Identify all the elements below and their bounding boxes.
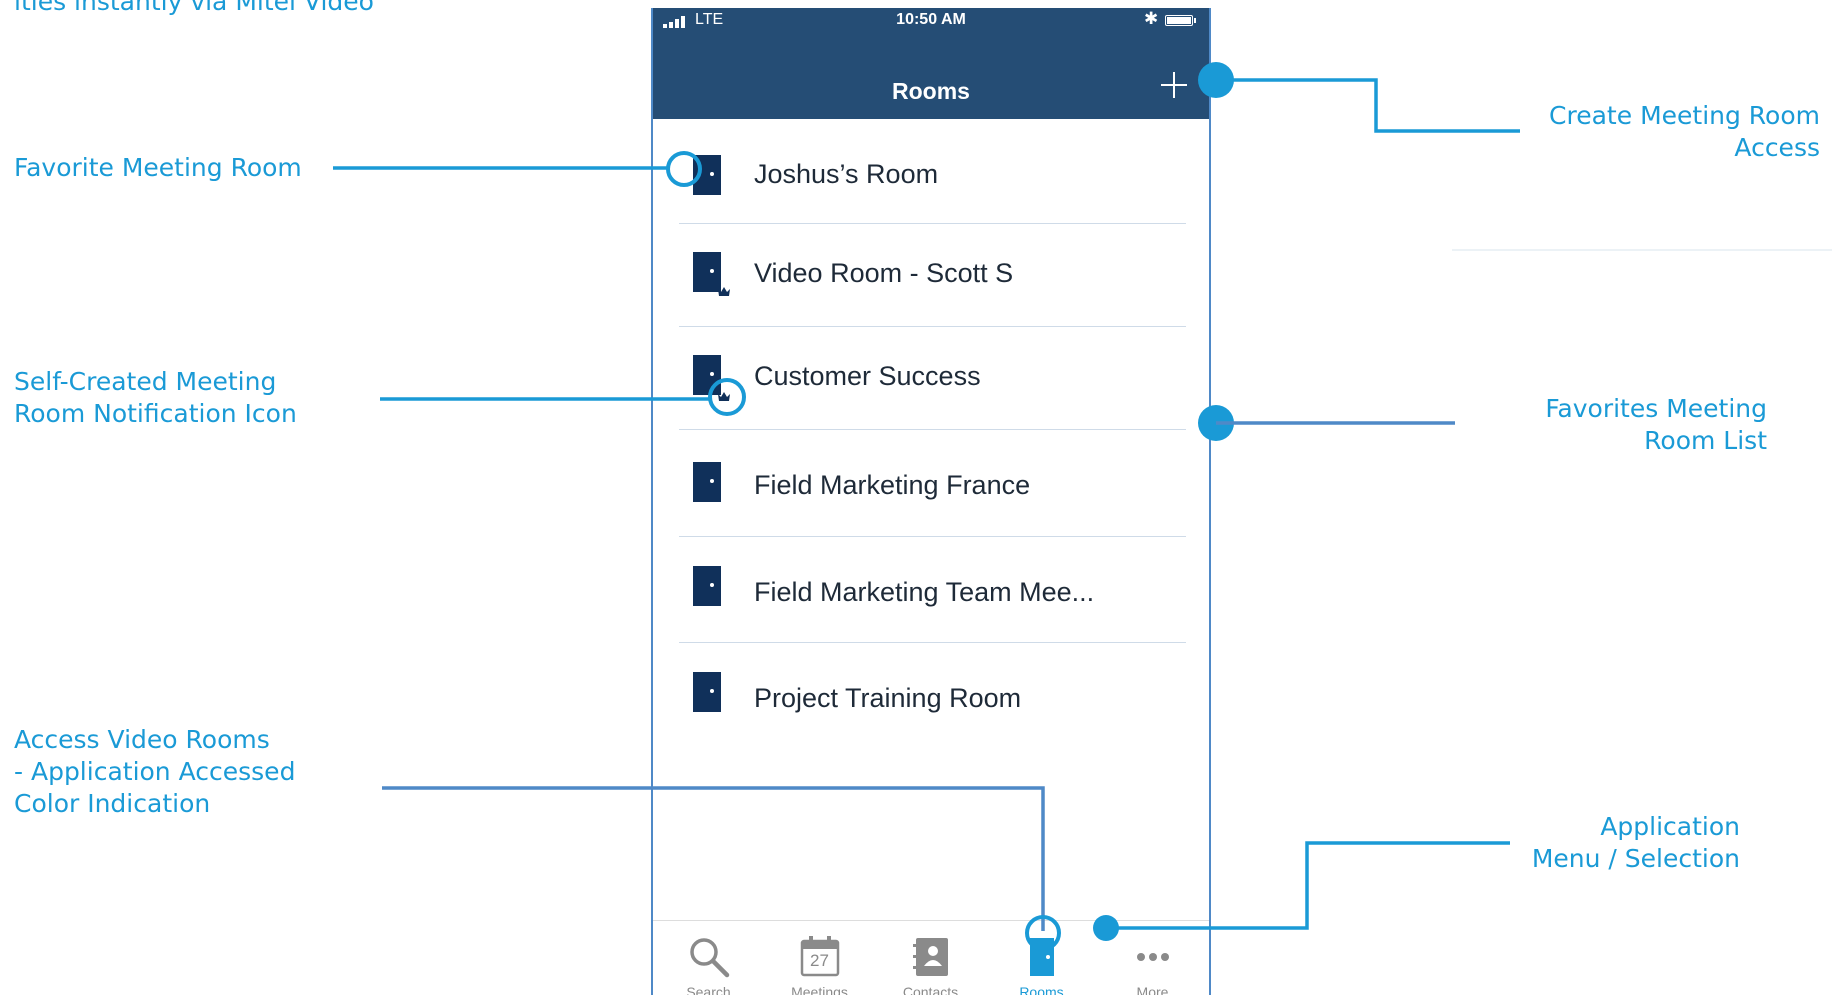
callout-app-menu-line2: Menu / Selection (1531, 844, 1740, 873)
callout-create-room-access: Create Meeting Room Access (1549, 100, 1820, 164)
room-name: Customer Success (754, 361, 981, 391)
contacts-book-icon (913, 938, 948, 976)
room-name: Field Marketing France (754, 470, 1031, 500)
magnifier-icon (690, 938, 730, 978)
tab-label: More (1136, 984, 1169, 995)
door-icon (693, 566, 721, 606)
create-access-leader (1216, 78, 1520, 133)
room-name: Video Room - Scott S (754, 258, 1014, 288)
callout-access-rooms-line3: Color Indication (14, 789, 211, 818)
room-row-5[interactable]: Field Marketing Team Mee... (679, 537, 1186, 643)
callout-self-created-icon: Self-Created Meeting Room Notification I… (14, 366, 297, 430)
battery-icon (1165, 15, 1196, 26)
callout-favorites-list-line1: Favorites Meeting (1545, 394, 1767, 423)
crown-icon (718, 287, 730, 296)
room-row-3[interactable]: Customer Success (679, 327, 1186, 430)
crown-icon (718, 392, 730, 401)
tab-rooms[interactable]: Rooms (986, 929, 1097, 995)
room-row-1[interactable]: Joshus’s Room (679, 119, 1186, 224)
app-header: LTE 10:50 AM ✱ Rooms (653, 8, 1209, 119)
tab-more[interactable]: More (1097, 929, 1208, 995)
callout-create-access-line1: Create Meeting Room (1549, 101, 1820, 130)
plus-icon[interactable] (1159, 70, 1189, 100)
tab-label: Contacts (902, 984, 959, 995)
callout-access-video-rooms: Access Video Rooms - Application Accesse… (14, 724, 295, 820)
callout-self-created-line1: Self-Created Meeting (14, 367, 277, 396)
door-icon (693, 155, 721, 195)
tab-search[interactable]: Search (653, 929, 764, 995)
page-title: Rooms (892, 78, 970, 104)
room-row-4[interactable]: Field Marketing France (679, 430, 1186, 537)
room-name: Joshus’s Room (754, 159, 939, 189)
door-icon (693, 355, 721, 395)
ellipsis-icon (1137, 953, 1169, 961)
tab-bar: Search 27 Meetings Contacts Rooms More (653, 920, 1209, 995)
tab-label: Meetings (791, 984, 848, 995)
callout-top-partial: ities instantly via Mitel Video (14, 0, 374, 16)
room-row-6[interactable]: Project Training Room (679, 643, 1186, 749)
bluetooth-icon: ✱ (1144, 9, 1159, 28)
tab-label: Rooms (1019, 984, 1064, 995)
callout-create-access-line2: Access (1734, 133, 1820, 162)
tab-label: Search (686, 984, 731, 995)
tab-meetings[interactable]: 27 Meetings (764, 929, 875, 995)
door-icon (693, 672, 721, 712)
tab-contacts[interactable]: Contacts (875, 929, 986, 995)
callout-favorites-room-list: Favorites Meeting Room List (1545, 393, 1767, 457)
room-row-2[interactable]: Video Room - Scott S (679, 224, 1186, 327)
phone-screen: LTE 10:50 AM ✱ Rooms Joshus’s Room Video… (651, 8, 1211, 995)
door-icon (693, 462, 721, 502)
calendar-day: 27 (810, 951, 829, 970)
callout-self-created-line2: Room Notification Icon (14, 399, 297, 428)
status-time: 10:50 AM (896, 11, 966, 28)
room-name: Project Training Room (754, 683, 1022, 713)
callout-app-menu-line1: Application (1600, 812, 1740, 841)
door-icon (1030, 938, 1054, 976)
callout-favorite-meeting-room: Favorite Meeting Room (14, 153, 302, 182)
room-name: Field Marketing Team Mee... (754, 577, 1095, 607)
callout-favorites-list-line2: Room List (1644, 426, 1767, 455)
annotated-screenshot: ities instantly via Mitel Video Favorite… (0, 0, 1832, 995)
callout-access-rooms-line2: - Application Accessed (14, 757, 296, 786)
callout-access-rooms-line1: Access Video Rooms (14, 725, 270, 754)
callout-application-menu: Application Menu / Selection (1532, 811, 1740, 875)
